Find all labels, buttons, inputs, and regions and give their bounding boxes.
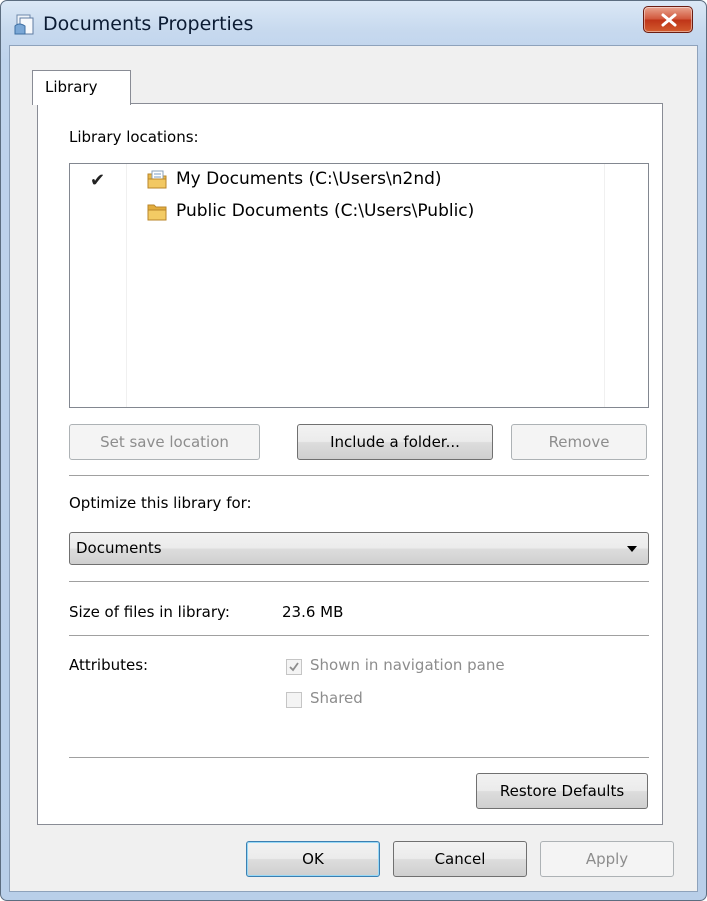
- ok-button[interactable]: OK: [246, 841, 380, 877]
- tab-library-label: Library: [45, 78, 98, 96]
- close-icon: [661, 13, 677, 27]
- library-locations-list[interactable]: ✔ My Documents (C:\Users\n2nd) Public Do…: [69, 163, 649, 408]
- divider: [69, 475, 649, 476]
- location-my-documents: My Documents (C:\Users\n2nd): [176, 169, 442, 189]
- size-label: Size of files in library:: [69, 603, 230, 621]
- title-bar[interactable]: Documents Properties: [1, 1, 706, 45]
- optimize-selected-value: Documents: [76, 539, 162, 557]
- library-locations-label: Library locations:: [69, 128, 199, 146]
- close-button[interactable]: [643, 6, 693, 33]
- default-save-checkmark: ✔: [90, 170, 106, 191]
- shared-checkbox[interactable]: [286, 692, 302, 708]
- list-column-separator: [126, 164, 127, 407]
- window-title: Documents Properties: [43, 13, 254, 35]
- list-column-separator: [604, 164, 605, 407]
- divider: [69, 581, 649, 582]
- attributes-label: Attributes:: [69, 656, 149, 674]
- apply-button[interactable]: Apply: [540, 841, 674, 877]
- restore-defaults-button[interactable]: Restore Defaults: [476, 773, 648, 809]
- shown-in-navigation-pane-label: Shown in navigation pane: [310, 656, 505, 674]
- optimize-label: Optimize this library for:: [69, 494, 252, 512]
- remove-button[interactable]: Remove: [511, 424, 647, 460]
- shared-label: Shared: [310, 689, 363, 707]
- chevron-down-icon: [627, 546, 637, 552]
- check-icon: [289, 662, 299, 672]
- size-value: 23.6 MB: [282, 603, 344, 621]
- divider: [69, 757, 649, 758]
- set-save-location-button[interactable]: Set save location: [69, 424, 260, 460]
- shown-in-navigation-pane-checkbox[interactable]: [286, 659, 302, 675]
- library-documents-icon: [13, 12, 39, 36]
- location-public-documents: Public Documents (C:\Users\Public): [176, 201, 475, 221]
- folder-icon: [146, 201, 168, 223]
- cancel-button[interactable]: Cancel: [393, 841, 527, 877]
- optimize-dropdown[interactable]: Documents: [69, 532, 649, 565]
- documents-folder-icon: [146, 169, 168, 191]
- include-folder-button[interactable]: Include a folder...: [297, 424, 493, 460]
- divider: [69, 635, 649, 636]
- tab-library[interactable]: Library: [32, 70, 131, 105]
